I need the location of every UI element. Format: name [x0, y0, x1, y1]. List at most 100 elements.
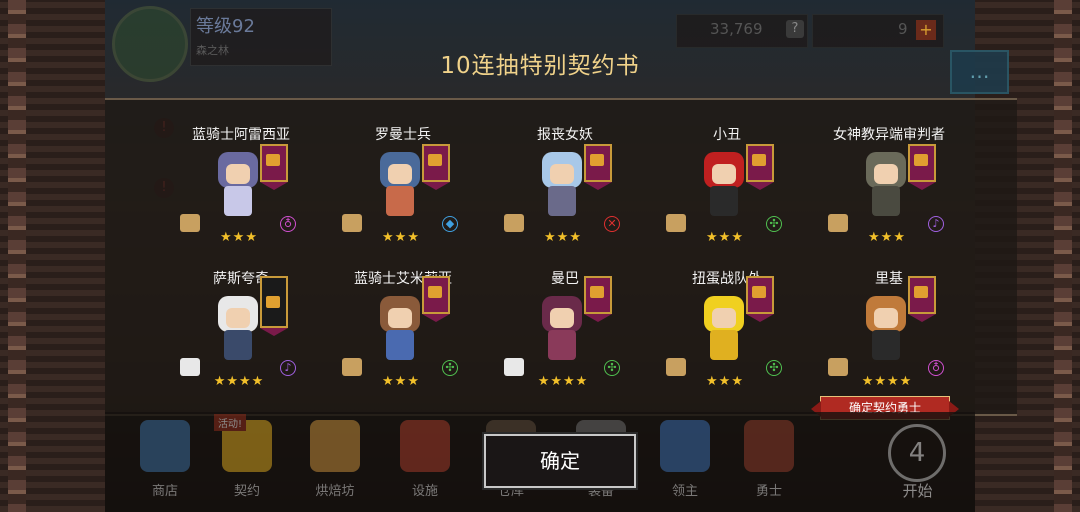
character-card[interactable]: 罗曼士兵 ★★★ ◆: [322, 124, 484, 264]
character-sprite: [854, 152, 916, 222]
nav-item[interactable]: 商店: [130, 414, 200, 512]
character-card[interactable]: 萨斯夸奇 ★★★★ ♪: [160, 268, 322, 408]
character-card[interactable]: 小丑 ★★★ ✣: [646, 124, 808, 264]
sprite-head: [866, 296, 906, 332]
character-sprite: [692, 296, 754, 366]
add-gems-button[interactable]: +: [916, 20, 936, 40]
scroll-icon: [342, 358, 362, 376]
start-icon: 4: [888, 424, 946, 482]
left-frame: [0, 0, 105, 512]
element-icon: ♪: [280, 360, 296, 376]
character-card[interactable]: 女神教异端审判者 ★★★ ♪: [808, 124, 970, 264]
start-button[interactable]: 4 开始: [860, 412, 975, 512]
scroll-icon: [504, 214, 524, 232]
character-card[interactable]: 报丧女妖 ★★★ ✕: [484, 124, 646, 264]
banner-emblem-icon: [266, 154, 280, 166]
scroll-icon: [828, 358, 848, 376]
nav-item[interactable]: 设施: [390, 414, 460, 512]
gold-help-button[interactable]: ?: [786, 20, 804, 38]
character-card[interactable]: 蓝骑士艾米莉亚 ★★★ ✣: [322, 268, 484, 408]
nav-icon: [744, 420, 794, 472]
sprite-head: [542, 296, 582, 332]
sprite-face: [226, 164, 250, 184]
nav-icon: [310, 420, 360, 472]
sprite-body: [710, 186, 738, 216]
nav-item[interactable]: 活动! 契约: [212, 414, 282, 512]
scroll-icon: [342, 214, 362, 232]
sprite-head: [866, 152, 906, 188]
sprite-face: [712, 308, 736, 328]
star-rating: ★★★: [706, 230, 744, 245]
character-sprite: [206, 296, 268, 366]
sprite-face: [388, 164, 412, 184]
character-card[interactable]: 曼巴 ★★★★ ✣: [484, 268, 646, 408]
star-rating: ★★★: [868, 230, 906, 245]
sprite-face: [226, 308, 250, 328]
sprite-body: [386, 330, 414, 360]
character-card[interactable]: 扭蛋战队外 ★★★ ✣: [646, 268, 808, 408]
sprite-head: [218, 152, 258, 188]
nav-icon: [660, 420, 710, 472]
nav-icon: [400, 420, 450, 472]
element-icon: ✣: [766, 216, 782, 232]
sprite-head: [380, 296, 420, 332]
character-name: 报丧女妖: [537, 127, 593, 143]
sprite-head: [380, 152, 420, 188]
nav-label: 烘焙坊: [315, 484, 355, 499]
character-sprite: [854, 296, 916, 366]
nav-icon: [140, 420, 190, 472]
sprite-face: [550, 308, 574, 328]
scroll-icon: [666, 358, 686, 376]
sprite-face: [874, 308, 898, 328]
character-card[interactable]: 里基 ★★★★ ♁: [808, 268, 970, 408]
sprite-face: [874, 164, 898, 184]
character-card[interactable]: 蓝骑士阿雷西亚 ★★★ ♁: [160, 124, 322, 264]
element-icon: ✣: [442, 360, 458, 376]
nav-label: 设施: [411, 484, 438, 499]
sprite-body: [224, 186, 252, 216]
banner-emblem-icon: [428, 154, 442, 166]
sprite-body: [548, 186, 576, 216]
sprite-body: [548, 330, 576, 360]
scroll-icon: [666, 214, 686, 232]
star-rating: ★★★★: [213, 374, 265, 389]
sprite-head: [218, 296, 258, 332]
banner-emblem-icon: [428, 286, 442, 298]
sprite-body: [386, 186, 414, 216]
gem-amount: 9: [898, 20, 908, 38]
character-sprite: [692, 152, 754, 222]
nav-item[interactable]: 勇士: [734, 414, 804, 512]
banner-emblem-icon: [914, 154, 928, 166]
element-icon: ♪: [928, 216, 944, 232]
nav-label: 勇士: [755, 484, 782, 499]
sprite-head: [542, 152, 582, 188]
sprite-face: [388, 308, 412, 328]
character-sprite: [530, 152, 592, 222]
nav-item[interactable]: 领主: [650, 414, 720, 512]
left-ornament: [8, 0, 26, 512]
star-rating: ★★★★: [537, 374, 589, 389]
nav-item[interactable]: 烘焙坊: [300, 414, 370, 512]
character-sprite: [368, 152, 430, 222]
sprite-head: [704, 296, 744, 332]
banner-emblem-icon: [914, 286, 928, 298]
sprite-face: [550, 164, 574, 184]
element-icon: ✣: [604, 360, 620, 376]
character-sprite: [206, 152, 268, 222]
star-rating: ★★★: [382, 230, 420, 245]
scroll-icon: [180, 214, 200, 232]
character-name: 女神教异端审判者: [833, 127, 945, 143]
event-tag: 活动!: [214, 414, 247, 431]
nav-label: 契约: [233, 484, 260, 499]
character-sprite: [530, 296, 592, 366]
character-name: 蓝骑士阿雷西亚: [192, 127, 290, 143]
star-rating: ★★★: [706, 374, 744, 389]
star-rating: ★★★: [544, 230, 582, 245]
sprite-body: [872, 186, 900, 216]
star-rating: ★★★★: [861, 374, 913, 389]
gold-amount: 33,769: [710, 20, 763, 38]
element-icon: ◆: [442, 216, 458, 232]
sprite-body: [710, 330, 738, 360]
confirm-button[interactable]: 确定: [484, 434, 636, 488]
nav-label: 领主: [671, 484, 698, 499]
